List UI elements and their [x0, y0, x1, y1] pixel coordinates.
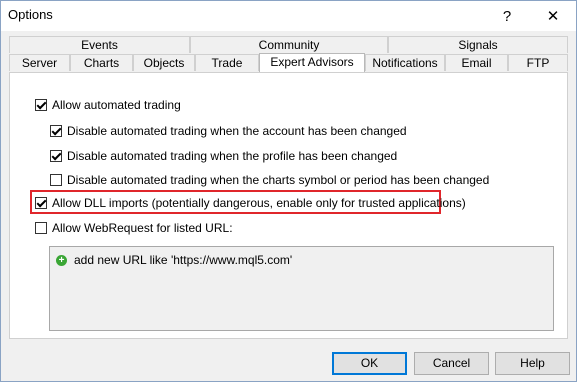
tab-objects[interactable]: Objects	[133, 54, 195, 71]
tab-notifications[interactable]: Notifications	[365, 54, 445, 71]
allow-automated-trading-checkbox[interactable]	[35, 99, 47, 111]
allow-dll-imports-label: Allow DLL imports (potentially dangerous…	[52, 196, 466, 210]
add-url-label: add new URL like 'https://www.mql5.com'	[74, 253, 293, 267]
disable-profile-changed-label: Disable automated trading when the profi…	[67, 149, 398, 163]
allow-automated-trading-option[interactable]: Allow automated trading	[35, 97, 181, 113]
expert-advisors-panel: Allow automated trading Disable automate…	[9, 72, 568, 339]
disable-symbol-changed-label: Disable automated trading when the chart…	[67, 173, 490, 187]
disable-account-changed-option[interactable]: Disable automated trading when the accou…	[50, 123, 407, 139]
allow-webrequest-option[interactable]: Allow WebRequest for listed URL:	[35, 220, 233, 236]
help-title-button[interactable]: ?	[484, 1, 530, 31]
disable-profile-changed-checkbox[interactable]	[50, 150, 62, 162]
tab-events[interactable]: Events	[9, 36, 190, 53]
tab-email[interactable]: Email	[445, 54, 508, 71]
close-icon[interactable]: ✕	[530, 1, 576, 31]
allow-dll-imports-option[interactable]: Allow DLL imports (potentially dangerous…	[35, 195, 466, 211]
url-list[interactable]: + add new URL like 'https://www.mql5.com…	[49, 246, 554, 331]
tab-trade[interactable]: Trade	[195, 54, 259, 71]
disable-account-changed-checkbox[interactable]	[50, 125, 62, 137]
disable-profile-changed-option[interactable]: Disable automated trading when the profi…	[50, 148, 397, 164]
plus-icon: +	[56, 254, 67, 266]
window-title: Options	[8, 7, 53, 22]
tab-ftp[interactable]: FTP	[508, 54, 568, 71]
allow-webrequest-checkbox[interactable]	[35, 222, 47, 234]
tab-server[interactable]: Server	[9, 54, 70, 71]
title-bar: Options ? ✕	[1, 1, 576, 31]
tab-signals[interactable]: Signals	[388, 36, 568, 53]
disable-symbol-changed-checkbox[interactable]	[50, 174, 62, 186]
allow-webrequest-label: Allow WebRequest for listed URL:	[52, 221, 233, 235]
ok-button[interactable]: OK	[332, 352, 407, 375]
tab-charts[interactable]: Charts	[70, 54, 133, 71]
allow-automated-trading-label: Allow automated trading	[52, 98, 181, 112]
tab-community[interactable]: Community	[190, 36, 388, 53]
allow-dll-imports-checkbox[interactable]	[35, 197, 47, 209]
add-url-item[interactable]: + add new URL like 'https://www.mql5.com…	[56, 253, 292, 267]
help-button[interactable]: Help	[495, 352, 570, 375]
options-dialog: Options ? ✕ Events Community Signals Ser…	[0, 0, 577, 382]
cancel-button[interactable]: Cancel	[414, 352, 489, 375]
disable-symbol-changed-option[interactable]: Disable automated trading when the chart…	[50, 172, 489, 188]
tab-expert-advisors[interactable]: Expert Advisors	[259, 53, 365, 72]
disable-account-changed-label: Disable automated trading when the accou…	[67, 124, 407, 138]
